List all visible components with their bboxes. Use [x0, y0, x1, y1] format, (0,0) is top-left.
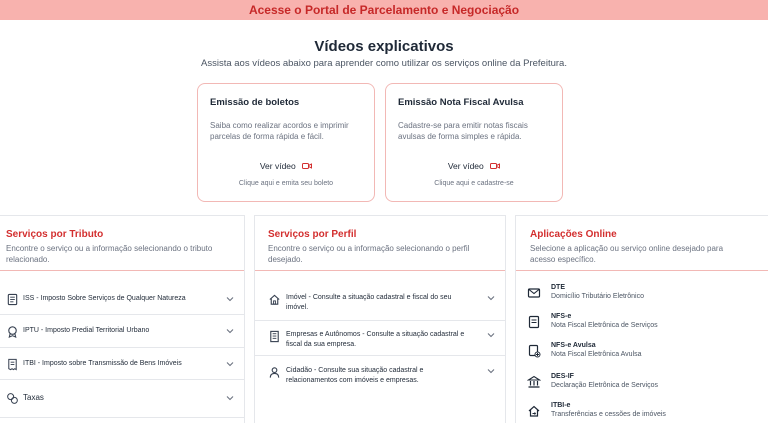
accordion-label: IPTU - Imposto Predial Territorial Urban…	[23, 327, 150, 334]
person-icon	[269, 367, 280, 378]
watch-video-label: Ver vídeo	[447, 161, 484, 171]
invoice-add-icon	[528, 344, 541, 358]
watch-video-label: Ver vídeo	[259, 161, 296, 171]
video-card-boletos[interactable]: Emissão de boletos Saiba como realizar a…	[197, 83, 375, 202]
accordion-item-iss[interactable]: ISS - Imposto Sobre Serviços de Qualquer…	[0, 284, 244, 315]
app-description: Declaração Eletrônica de Serviços	[551, 382, 658, 389]
services-by-tax-title: Serviços por Tributo	[6, 229, 104, 240]
chevron-down-icon	[226, 396, 234, 401]
online-apps-title: Aplicações Online	[530, 229, 617, 240]
app-description: Domicílio Tributário Eletrônico	[551, 293, 644, 300]
document-icon	[7, 293, 18, 306]
chevron-down-icon	[487, 296, 495, 301]
badge-icon	[8, 326, 17, 338]
accordion-label: ITBI - Imposto sobre Transmissão de Bens…	[23, 360, 182, 367]
app-name: ITBI-e	[551, 402, 571, 409]
services-by-profile-panel: Serviços por Perfil Encontre o serviço o…	[254, 215, 506, 423]
app-description: Nota Fiscal Eletrônica de Serviços	[551, 322, 658, 329]
chevron-down-icon	[487, 333, 495, 338]
app-link-desif[interactable]: DES-IF Declaração Eletrônica de Serviços	[516, 373, 768, 397]
app-name: NFS-e Avulsa	[551, 342, 596, 349]
app-link-dte[interactable]: DTE Domicílio Tributário Eletrônico	[516, 284, 768, 308]
app-link-nfse-avulsa[interactable]: NFS-e Avulsa Nota Fiscal Eletrônica Avul…	[516, 342, 768, 366]
invoice-icon	[528, 315, 540, 329]
receipt-icon	[8, 358, 17, 371]
videos-title: Vídeos explicativos	[314, 38, 454, 55]
bank-icon	[527, 375, 541, 388]
video-card-nota-avulsa[interactable]: Emissão Nota Fiscal Avulsa Cadastre-se p…	[385, 83, 563, 202]
video-card-description: Saiba como realizar acordos e imprimir p…	[210, 121, 349, 141]
app-name: DTE	[551, 284, 565, 291]
chevron-down-icon	[226, 297, 234, 302]
accordion-label: Empresas e Autônomos - Consulte a situaç…	[286, 331, 465, 348]
video-camera-icon	[302, 163, 313, 169]
accordion-label: Imóvel - Consulte a situação cadastral e…	[286, 294, 452, 311]
chevron-down-icon	[487, 369, 495, 374]
app-name: DES-IF	[551, 373, 574, 380]
house-transfer-icon	[528, 405, 540, 417]
app-name: NFS-e	[551, 313, 572, 320]
chevron-down-icon	[226, 362, 234, 367]
coins-icon	[7, 393, 18, 404]
video-card-description: Cadastre-se para emitir notas fiscais av…	[398, 121, 528, 141]
online-apps-subtitle: Selecione a aplicação ou serviço online …	[530, 244, 724, 264]
video-card-title: Emissão Nota Fiscal Avulsa	[398, 97, 524, 108]
accordion-item-iptu[interactable]: IPTU - Imposto Predial Territorial Urban…	[0, 315, 244, 348]
services-by-profile-header: Serviços por Perfil Encontre o serviço o…	[255, 216, 505, 271]
accordion-label: Cidadão - Consulte sua situação cadastra…	[286, 367, 424, 384]
portal-banner[interactable]: Acesse o Portal de Parcelamento e Negoci…	[0, 0, 768, 20]
services-by-profile-subtitle: Encontre o serviço ou a informação selec…	[268, 244, 470, 264]
mail-icon	[527, 288, 541, 298]
online-apps-panel: Aplicações Online Selecione a aplicação …	[515, 215, 768, 423]
video-camera-icon	[490, 163, 501, 169]
watch-video-link[interactable]: Ver vídeo	[386, 161, 562, 171]
house-icon	[269, 294, 280, 305]
services-by-tax-subtitle: Encontre o serviço ou a informação selec…	[6, 244, 213, 264]
services-by-profile-title: Serviços por Perfil	[268, 229, 357, 240]
app-link-itbie[interactable]: ITBI-e Transferências e cessões de imóve…	[516, 402, 768, 423]
services-by-tax-panel: Serviços por Tributo Encontre o serviço …	[0, 215, 245, 423]
app-description: Transferências e cessões de imóveis	[551, 411, 666, 418]
app-description: Nota Fiscal Eletrônica Avulsa	[551, 351, 642, 358]
watch-video-link[interactable]: Ver vídeo	[198, 161, 374, 171]
services-by-tax-header: Serviços por Tributo Encontre o serviço …	[0, 216, 244, 271]
accordion-item-cidadao[interactable]: Cidadão - Consulte sua situação cadastra…	[255, 356, 505, 392]
accordion-label: Taxas	[23, 393, 44, 402]
accordion-item-imovel[interactable]: Imóvel - Consulte a situação cadastral e…	[255, 285, 505, 321]
video-card-footer-link[interactable]: Clique aqui e emita seu boleto	[198, 180, 374, 187]
video-card-footer-link[interactable]: Clique aqui e cadastre-se	[386, 180, 562, 187]
building-icon	[270, 330, 279, 343]
chevron-down-icon	[226, 329, 234, 334]
video-card-title: Emissão de boletos	[210, 97, 300, 108]
videos-subtitle: Assista aos vídeos abaixo para aprender …	[201, 58, 567, 69]
accordion-item-empresas[interactable]: Empresas e Autônomos - Consulte a situaç…	[255, 321, 505, 356]
accordion-label: ISS - Imposto Sobre Serviços de Qualquer…	[23, 295, 186, 302]
portal-banner-link[interactable]: Acesse o Portal de Parcelamento e Negoci…	[249, 3, 519, 17]
app-link-nfse[interactable]: NFS-e Nota Fiscal Eletrônica de Serviços	[516, 313, 768, 337]
online-apps-header: Aplicações Online Selecione a aplicação …	[516, 216, 768, 271]
accordion-item-taxas[interactable]: Taxas	[0, 380, 244, 418]
accordion-item-itbi[interactable]: ITBI - Imposto sobre Transmissão de Bens…	[0, 348, 244, 380]
